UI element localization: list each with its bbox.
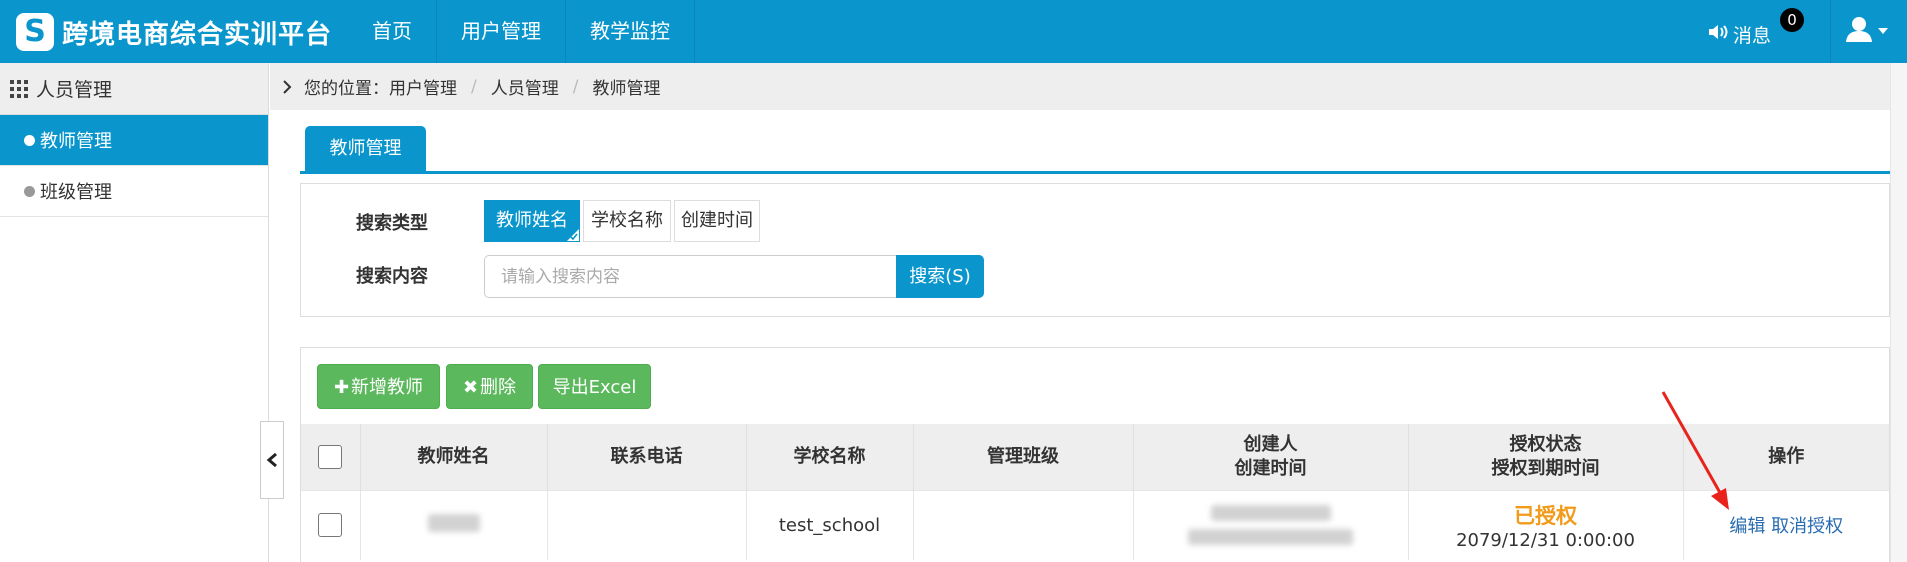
scrollbar[interactable] <box>1890 63 1907 562</box>
edit-link[interactable]: 编辑 <box>1729 516 1765 537</box>
select-all-checkbox[interactable] <box>318 444 343 469</box>
sidebar-item-class-management[interactable]: 班级管理 <box>0 166 268 217</box>
speaker-icon <box>1709 25 1728 39</box>
chip-label: 教师姓名 <box>496 210 568 231</box>
revoke-auth-link[interactable]: 取消授权 <box>1771 516 1843 537</box>
sidebar-item-label: 班级管理 <box>40 182 112 203</box>
bullet-icon <box>24 134 35 146</box>
delete-button[interactable]: ✖ 删除 <box>446 364 533 409</box>
table-row: test_school 已授权 2079/12/31 0:00:00 编辑 取消… <box>301 489 1889 560</box>
close-icon: ✖ <box>462 377 479 398</box>
chevron-left-icon <box>266 452 277 468</box>
search-input[interactable] <box>484 255 896 298</box>
sidebar-header: 人员管理 <box>0 63 268 115</box>
list-panel: ✚ 新增教师 ✖ 删除 导出Excel 教师姓名 联系电话 学校名称 管理班级 创建… <box>300 347 1890 562</box>
header-checkbox-cell <box>301 424 361 490</box>
grid-icon <box>10 79 28 98</box>
redacted-creator <box>1210 505 1331 522</box>
nav-teaching-monitor[interactable]: 教学监控 <box>566 0 695 63</box>
user-icon <box>1846 17 1888 42</box>
header-expire: 授权到期时间 <box>1491 457 1600 479</box>
sidebar: 人员管理 教师管理 班级管理 <box>0 63 269 562</box>
row-checkbox[interactable] <box>318 513 343 538</box>
header-school: 学校名称 <box>746 424 914 490</box>
header-creator: 创建人 <box>1243 433 1298 455</box>
header-phone: 联系电话 <box>547 424 747 490</box>
teacher-name-cell <box>360 489 548 560</box>
messages-button[interactable]: 消息 0 <box>1697 0 1831 63</box>
breadcrumb-item[interactable]: 人员管理 <box>491 74 559 99</box>
messages-label: 消息 <box>1733 25 1772 47</box>
auth-expire: 2079/12/31 0:00:00 <box>1456 529 1635 551</box>
user-menu[interactable] <box>1845 16 1891 46</box>
school-cell: test_school <box>746 489 914 560</box>
breadcrumb-separator: / <box>471 76 477 97</box>
caret-down-icon <box>1878 28 1888 34</box>
export-excel-button[interactable]: 导出Excel <box>538 364 651 409</box>
sidebar-item-teacher-management[interactable]: 教师管理 <box>0 115 268 166</box>
header-auth-status: 授权状态 <box>1509 433 1582 455</box>
nav-user-management[interactable]: 用户管理 <box>437 0 566 63</box>
header-auth: 授权状态 授权到期时间 <box>1408 424 1684 490</box>
redacted-teacher-name <box>427 513 480 532</box>
search-content-label: 搜索内容 <box>356 266 428 287</box>
redacted-created-time <box>1188 529 1353 546</box>
header-created: 创建时间 <box>1234 457 1307 479</box>
phone-cell <box>547 489 747 560</box>
search-type-created-time[interactable]: 创建时间 <box>674 200 760 242</box>
search-type-school-name[interactable]: 学校名称 <box>583 200 671 242</box>
check-corner-icon <box>567 229 579 241</box>
classes-cell <box>913 489 1134 560</box>
sidebar-collapse-toggle[interactable] <box>260 421 284 499</box>
header-operations: 操作 <box>1683 424 1889 490</box>
add-teacher-label: 新增教师 <box>351 377 424 398</box>
breadcrumb-prefix: 您的位置： <box>304 79 389 99</box>
main-nav: 首页 用户管理 教学监控 <box>348 0 695 63</box>
header-creator-created: 创建人 创建时间 <box>1133 424 1409 490</box>
search-panel: 搜索类型 教师姓名 学校名称 创建时间 搜索内容 搜索(S) <box>300 183 1890 317</box>
delete-label: 删除 <box>480 377 517 398</box>
creator-cell <box>1133 489 1409 560</box>
nav-home[interactable]: 首页 <box>348 0 437 63</box>
breadcrumb-item[interactable]: 用户管理 <box>389 74 457 99</box>
breadcrumb-separator: / <box>572 76 579 97</box>
sidebar-header-label: 人员管理 <box>36 79 113 101</box>
chevron-right-icon <box>283 79 292 94</box>
teacher-table: 教师姓名 联系电话 学校名称 管理班级 创建人 创建时间 授权状态 授权到期时间… <box>301 424 1889 560</box>
messages-count-badge: 0 <box>1780 8 1804 32</box>
auth-cell: 已授权 2079/12/31 0:00:00 <box>1408 489 1684 560</box>
row-checkbox-cell <box>301 489 361 560</box>
operations-cell: 编辑 取消授权 <box>1683 489 1889 560</box>
search-type-label: 搜索类型 <box>356 213 428 234</box>
app-title: 跨境电商综合实训平台 <box>62 19 333 50</box>
plus-icon: ✚ <box>333 377 350 398</box>
sidebar-item-label: 教师管理 <box>40 131 112 152</box>
table-header-row: 教师姓名 联系电话 学校名称 管理班级 创建人 创建时间 授权状态 授权到期时间… <box>301 424 1889 490</box>
add-teacher-button[interactable]: ✚ 新增教师 <box>317 364 440 409</box>
search-button[interactable]: 搜索(S) <box>896 255 984 298</box>
tab-strip: 教师管理 <box>300 126 1890 174</box>
header-teacher-name: 教师姓名 <box>360 424 548 490</box>
tab-teacher-management[interactable]: 教师管理 <box>305 126 426 172</box>
search-type-teacher-name[interactable]: 教师姓名 <box>484 200 580 242</box>
header-classes: 管理班级 <box>913 424 1134 490</box>
auth-status: 已授权 <box>1514 503 1577 528</box>
logo-icon <box>16 13 54 51</box>
breadcrumb: 您的位置： 用户管理 / 人员管理 / 教师管理 <box>270 63 1907 110</box>
breadcrumb-item: 教师管理 <box>592 79 661 99</box>
app-logo[interactable]: 跨境电商综合实训平台 <box>16 12 332 52</box>
bullet-icon <box>24 185 35 197</box>
top-navbar: 跨境电商综合实训平台 首页 用户管理 教学监控 消息 0 <box>0 0 1907 63</box>
